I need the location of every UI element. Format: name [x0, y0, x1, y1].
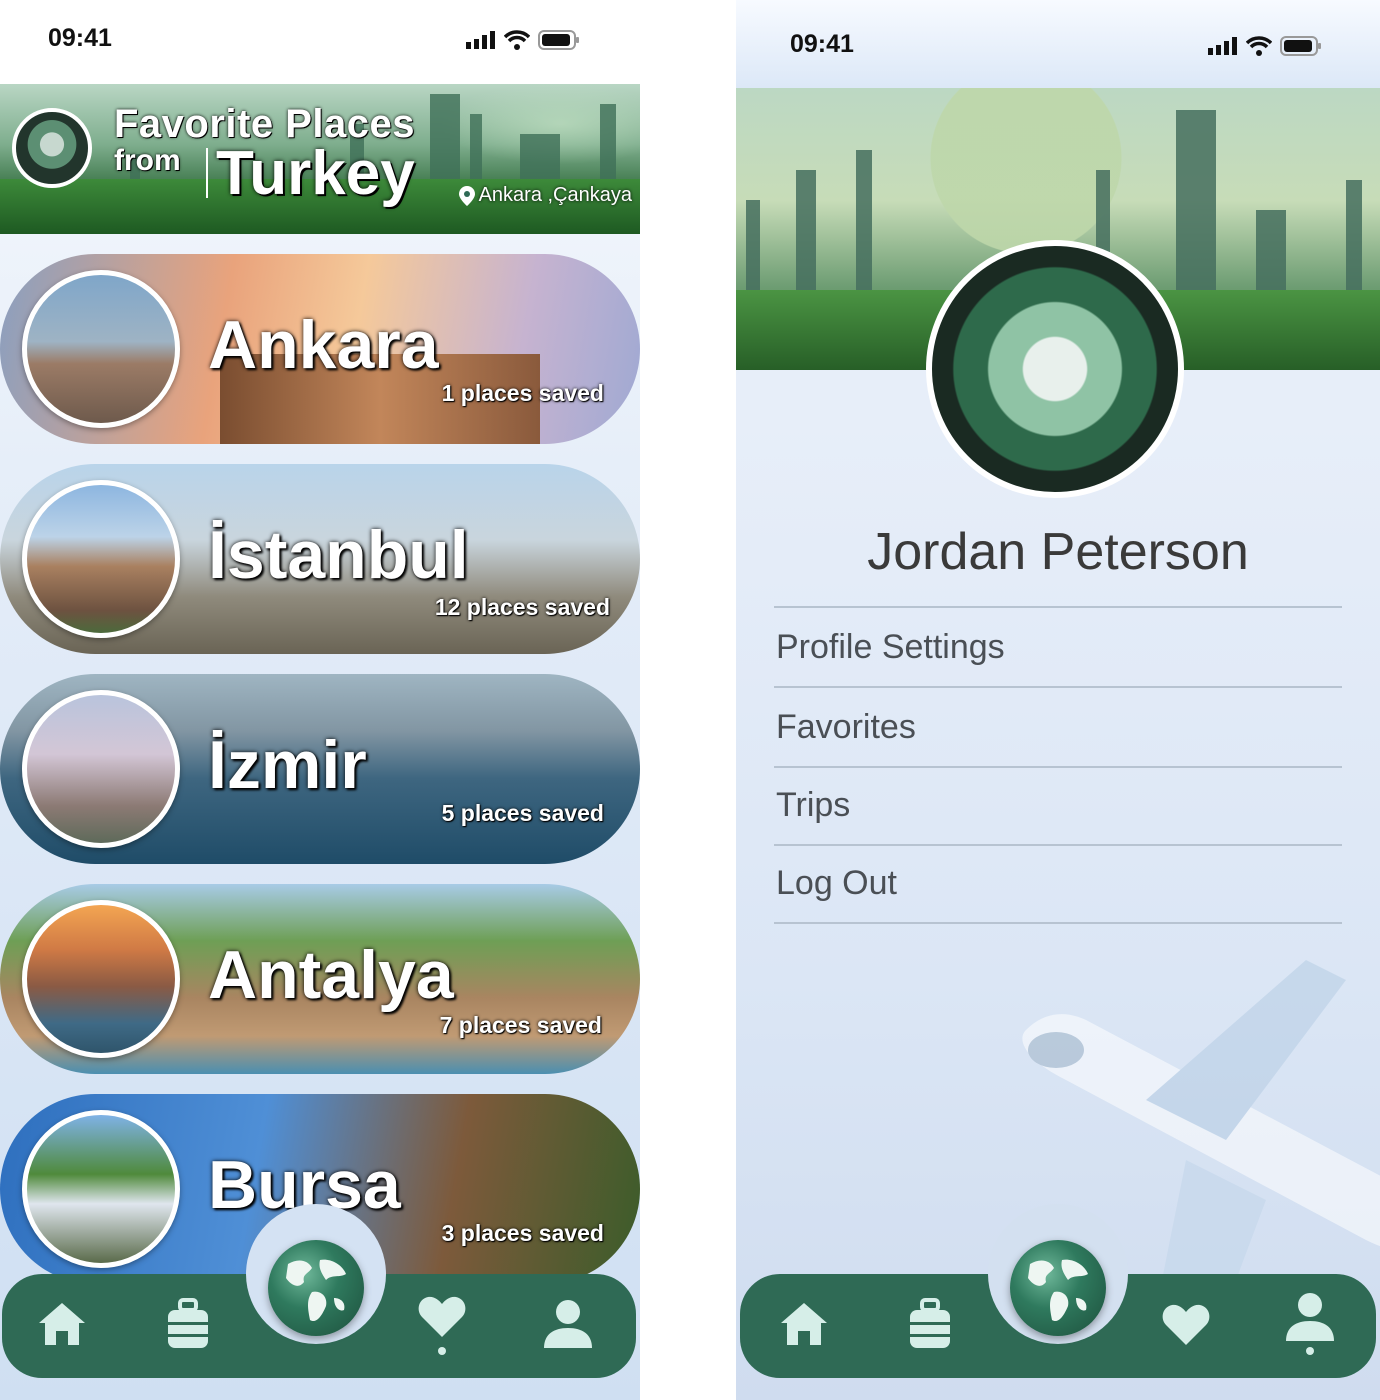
city-saved-count: 7 places saved — [439, 1012, 602, 1038]
city-name: İstanbul — [208, 517, 469, 593]
status-time: 09:41 — [790, 30, 854, 58]
nav-trips[interactable] — [902, 1296, 958, 1352]
header-banner: Favorite Places from Turkey Ankara ,Çank… — [0, 84, 640, 234]
signal-icon — [1208, 37, 1237, 55]
city-card-istanbul[interactable]: İstanbul 12 places saved — [0, 464, 640, 654]
luggage-icon — [910, 1298, 950, 1348]
city-name: İzmir — [208, 727, 367, 803]
city-thumbnail — [22, 480, 180, 638]
user-icon — [1286, 1293, 1334, 1355]
city-saved-count: 12 places saved — [434, 594, 610, 620]
city-saved-count: 1 places saved — [441, 380, 604, 406]
battery-icon — [538, 30, 579, 50]
city-card-ankara[interactable]: Ankara 1 places saved — [0, 254, 640, 444]
location-label: Ankara ,Çankaya — [458, 184, 632, 207]
cover-tower — [856, 150, 872, 310]
cover-tower — [796, 170, 816, 310]
city-card-izmir[interactable]: İzmir 5 places saved — [0, 674, 640, 864]
nav-favorites[interactable] — [414, 1296, 470, 1355]
status-icons — [466, 30, 580, 50]
globe-icon — [1028, 1259, 1088, 1322]
title-divider — [206, 148, 208, 198]
cover-tower — [1176, 110, 1216, 310]
menu-favorites[interactable]: Favorites — [774, 688, 1342, 768]
profile-avatar[interactable] — [926, 240, 1184, 498]
home-icon — [781, 1303, 827, 1345]
city-thumbnail — [22, 690, 180, 848]
nav-profile[interactable] — [1282, 1293, 1338, 1355]
status-bar: 09:41 — [0, 0, 640, 84]
nav-favorites[interactable] — [1158, 1296, 1214, 1352]
city-card-antalya[interactable]: Antalya 7 places saved — [0, 884, 640, 1074]
home-icon — [39, 1303, 85, 1345]
status-icons — [1208, 36, 1322, 56]
signal-icon — [466, 31, 495, 49]
nav-trips[interactable] — [160, 1296, 216, 1352]
status-bar: 09:41 — [736, 0, 1380, 88]
city-name: Ankara — [208, 307, 439, 383]
nav-home[interactable] — [34, 1296, 90, 1352]
heart-icon — [1162, 1304, 1210, 1345]
city-saved-count: 5 places saved — [441, 800, 604, 826]
city-thumbnail — [22, 900, 180, 1058]
status-time: 09:41 — [48, 24, 112, 52]
city-saved-count: 3 places saved — [441, 1220, 604, 1246]
menu-profile-settings[interactable]: Profile Settings — [774, 608, 1342, 688]
menu-trips[interactable]: Trips — [774, 766, 1342, 846]
battery-icon — [1280, 36, 1321, 56]
luggage-icon — [168, 1298, 208, 1348]
wifi-icon — [1246, 36, 1272, 56]
user-icon — [544, 1300, 592, 1348]
avatar[interactable] — [12, 108, 92, 188]
location-pin-icon — [458, 185, 475, 206]
profile-name: Jordan Peterson — [867, 523, 1249, 581]
nav-explore-globe[interactable] — [268, 1240, 364, 1336]
location-text: Ankara ,Çankaya — [478, 184, 632, 206]
nav-profile[interactable] — [540, 1296, 596, 1352]
favorites-screen: 09:41 Favorite Places from Turkey Ankara… — [0, 0, 640, 1400]
city-name: Antalya — [208, 937, 454, 1013]
wifi-icon — [504, 30, 530, 50]
nav-explore-globe[interactable] — [1010, 1240, 1106, 1336]
city-thumbnail — [22, 1110, 180, 1268]
heart-icon — [418, 1296, 466, 1355]
country-title: Turkey — [216, 139, 415, 208]
city-thumbnail — [22, 270, 180, 428]
profile-screen: 09:41 Jordan Peterson Profile Settings F… — [736, 0, 1380, 1400]
globe-icon — [286, 1259, 346, 1322]
page-subtitle: from — [114, 144, 181, 177]
nav-home[interactable] — [776, 1296, 832, 1352]
menu-log-out[interactable]: Log Out — [774, 844, 1342, 924]
